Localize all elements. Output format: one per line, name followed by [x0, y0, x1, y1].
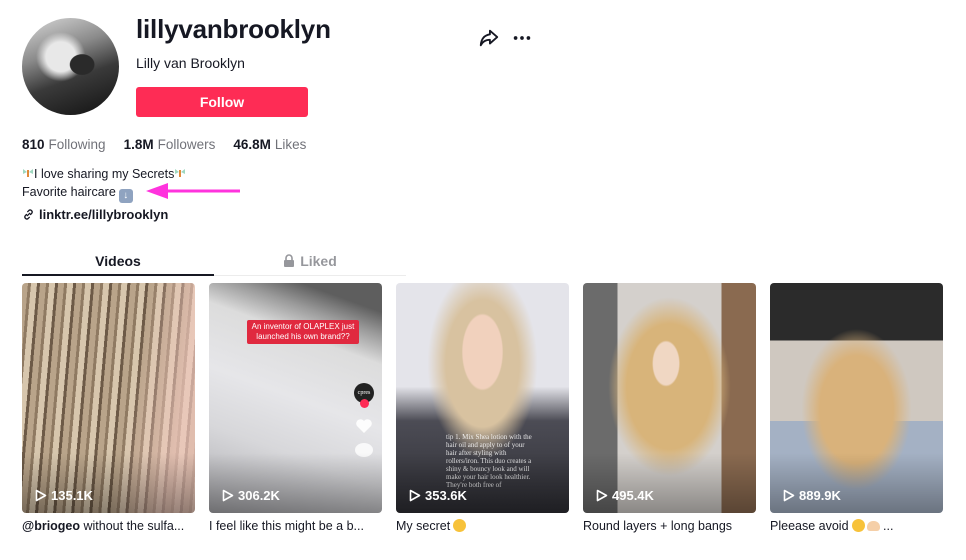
thumbnail-shade [209, 453, 382, 513]
profile-avatar[interactable] [22, 18, 119, 115]
stat-likes: 46.8M Likes [233, 137, 306, 152]
view-count: 495.4K [596, 488, 654, 503]
caption-ellipsis: ... [879, 519, 894, 533]
caption-text: without the sulfa... [80, 519, 185, 533]
fairy-emoji-icon [175, 169, 186, 177]
view-count: 306.2K [222, 488, 280, 503]
view-count-text: 353.6K [425, 488, 467, 503]
video-card[interactable]: 889.9K Pleease avoid ... [770, 283, 943, 533]
shushing-face-emoji-icon [453, 519, 467, 532]
more-dots-icon[interactable] [511, 27, 533, 49]
video-caption[interactable]: @briogeo without the sulfa... [22, 519, 195, 533]
play-icon [409, 489, 421, 502]
tab-label: Liked [300, 252, 337, 269]
share-arrow-icon[interactable] [478, 27, 500, 49]
video-caption[interactable]: Pleease avoid ... [770, 519, 943, 533]
view-count: 135.1K [35, 488, 93, 503]
video-thumbnail[interactable]: tip 1. Mix Shea lotion with the hair oil… [396, 283, 569, 513]
tab-liked[interactable]: Liked [214, 246, 406, 275]
stat-following[interactable]: 810 Following [22, 137, 106, 152]
tab-videos[interactable]: Videos [22, 246, 214, 276]
video-grid: 135.1K @briogeo without the sulfa... An … [22, 283, 943, 533]
stat-value: 46.8M [233, 137, 271, 152]
heart-hands-emoji-icon [866, 521, 880, 531]
view-count: 353.6K [409, 488, 467, 503]
profile-link-text: linktr.ee/lillybrooklyn [39, 207, 169, 222]
view-count-text: 889.9K [799, 488, 841, 503]
video-card[interactable]: tip 1. Mix Shea lotion with the hair oil… [396, 283, 569, 533]
video-thumbnail[interactable]: 889.9K [770, 283, 943, 513]
caption-mention[interactable]: @briogeo [22, 519, 80, 533]
play-icon [783, 489, 795, 502]
face-emoji-icon [851, 519, 865, 532]
video-thumbnail[interactable]: 495.4K [583, 283, 756, 513]
video-card[interactable]: An inventor of OLAPLEX just launched his… [209, 283, 382, 533]
video-caption[interactable]: My secret [396, 519, 569, 533]
view-count-text: 495.4K [612, 488, 654, 503]
video-thumbnail[interactable]: An inventor of OLAPLEX just launched his… [209, 283, 382, 513]
bio-text-1: I love sharing my Secrets [34, 167, 175, 181]
stat-label: Following [48, 137, 106, 152]
video-card[interactable]: 495.4K Round layers + long bangs [583, 283, 756, 533]
bio-line-1: I love sharing my Secrets [22, 165, 186, 183]
profile-link[interactable]: linktr.ee/lillybrooklyn [22, 207, 168, 222]
heart-icon [356, 419, 372, 433]
stat-label: Followers [157, 137, 216, 152]
caption-text: My secret [396, 519, 451, 533]
follow-plus-icon [360, 399, 369, 408]
video-caption[interactable]: Round layers + long bangs [583, 519, 756, 533]
video-thumbnail[interactable]: 135.1K [22, 283, 195, 513]
video-caption[interactable]: I feel like this might be a b... [209, 519, 382, 533]
annotation-arrow-icon [146, 183, 240, 199]
thumbnail-shade [583, 453, 756, 513]
link-icon [24, 209, 33, 220]
profile-display-name: Lilly van Brooklyn [136, 55, 245, 71]
fairy-emoji-icon [23, 169, 33, 177]
play-icon [35, 489, 47, 502]
thumbnail-shade [22, 453, 195, 513]
profile-tabs: Videos Liked [22, 246, 406, 276]
bio-text-2: Favorite haircare [22, 185, 116, 199]
lock-icon [284, 254, 295, 267]
follow-button[interactable]: Follow [136, 87, 308, 117]
stat-value: 810 [22, 137, 45, 152]
thumbnail-shade [770, 453, 943, 513]
play-icon [596, 489, 608, 502]
profile-username: lillyvanbrooklyn [136, 14, 331, 44]
caption-text: Pleease avoid [770, 519, 849, 533]
profile-stats: 810 Following 1.8M Followers 46.8M Likes [22, 137, 306, 152]
play-icon [222, 489, 234, 502]
thumbnail-shade [396, 453, 569, 513]
view-count-text: 306.2K [238, 488, 280, 503]
tab-label: Videos [95, 252, 141, 269]
stat-followers[interactable]: 1.8M Followers [124, 137, 216, 152]
stat-value: 1.8M [123, 137, 154, 152]
view-count: 889.9K [783, 488, 841, 503]
stat-label: Likes [274, 137, 307, 152]
video-card[interactable]: 135.1K @briogeo without the sulfa... [22, 283, 195, 533]
view-count-text: 135.1K [51, 488, 93, 503]
down-arrow-emoji-icon: ↓ [118, 189, 133, 203]
overlay-sticker-text: An inventor of OLAPLEX just launched his… [247, 320, 359, 344]
